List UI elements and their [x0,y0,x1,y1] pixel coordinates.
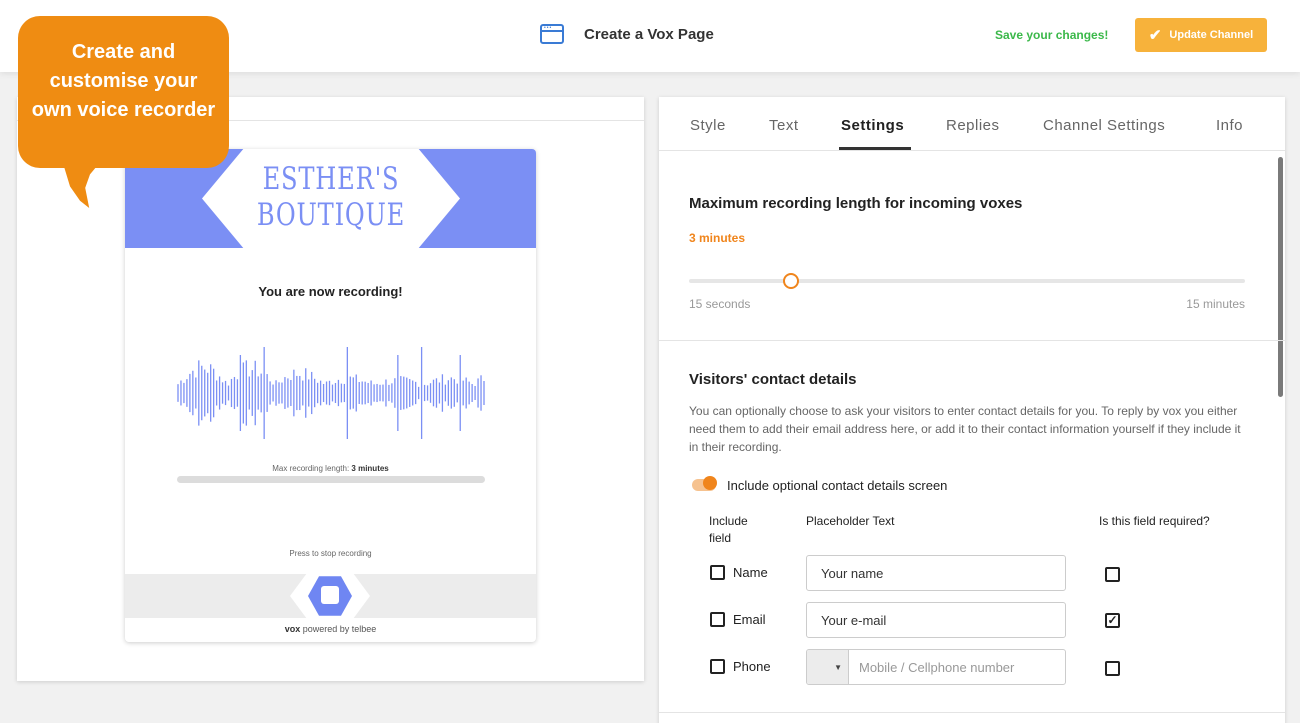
max-length-slider[interactable] [689,279,1245,283]
powered-text: powered by telbee [300,624,377,634]
tab-bar: Style Text Settings Replies Channel Sett… [659,97,1285,151]
phone-placeholder-text: Mobile / Cellphone number [859,659,1015,675]
brand-line-2: BOUTIQUE [256,197,406,233]
update-channel-button[interactable]: ✔ Update Channel [1135,18,1267,52]
brand-logo-text: ESTHER'S BOUTIQUE [230,161,431,233]
update-channel-label: Update Channel [1169,29,1254,41]
callout-bubble: Create and customise your own voice reco… [18,16,229,168]
placeholder-text-header: Placeholder Text [806,514,895,528]
callout-line: customise your [49,70,198,92]
chevron-down-icon: ▼ [834,662,842,672]
phone-field-label: Phone [733,659,771,674]
tab-text[interactable]: Text [769,117,799,134]
tab-replies[interactable]: Replies [946,117,1000,134]
powered-by: vox powered by telbee [125,624,536,634]
section-divider [659,712,1285,713]
brand-line-1: ESTHER'S [262,161,400,197]
email-field-label: Email [733,612,766,627]
section-divider [659,340,1285,341]
name-placeholder-input[interactable] [806,555,1066,591]
page-header: ••• Create a Vox Page [540,24,714,44]
tab-settings[interactable]: Settings [841,117,904,134]
tab-style[interactable]: Style [690,117,726,134]
tab-info[interactable]: Info [1216,117,1243,134]
toggle-knob[interactable] [703,476,717,490]
recording-progress-bar [177,476,485,483]
email-required-checkbox[interactable]: ✓ [1105,613,1120,628]
required-header: Is this field required? [1099,514,1210,528]
phone-placeholder-input[interactable]: ▼ Mobile / Cellphone number [806,649,1066,685]
slider-max-label: 15 minutes [1186,297,1245,311]
email-placeholder-input[interactable] [806,602,1066,638]
checkmark-icon: ✔ [1148,27,1162,44]
max-length-value: 3 minutes [689,231,746,245]
scrollbar[interactable] [1278,157,1283,397]
press-stop-caption: Press to stop recording [289,549,372,558]
max-length-caption-label: Max recording length: [272,464,352,473]
max-length-slider-thumb[interactable] [783,273,799,289]
slider-min-label: 15 seconds [689,297,751,311]
callout-line: own voice recorder [31,99,216,121]
settings-panel: Style Text Settings Replies Channel Sett… [659,97,1285,723]
phone-required-checkbox[interactable] [1105,661,1120,676]
contact-details-title: Visitors' contact details [689,371,857,388]
max-length-caption-value: 3 minutes [351,464,389,473]
powered-brand: vox [284,624,301,634]
name-field-label: Name [733,565,768,580]
page-title: Create a Vox Page [584,25,714,43]
contact-screen-toggle-label: Include optional contact details screen [727,478,948,493]
include-email-checkbox[interactable] [710,612,725,627]
include-name-checkbox[interactable] [710,565,725,580]
include-phone-checkbox[interactable] [710,659,725,674]
preview-panel: ESTHER'S BOUTIQUE You are now recording!… [17,97,644,681]
save-changes-notice: Save your changes! [995,28,1109,42]
recorder-preview: ESTHER'S BOUTIQUE You are now recording!… [125,149,536,642]
max-length-title: Maximum recording length for incoming vo… [689,195,1023,212]
active-tab-indicator [839,147,911,150]
tab-channel-settings[interactable]: Channel Settings [1043,117,1165,134]
contact-details-description: You can optionally choose to ask your vi… [689,404,1241,454]
name-required-checkbox[interactable] [1105,567,1120,582]
country-code-dropdown[interactable]: ▼ [807,650,849,684]
stop-icon [321,586,339,604]
waveform [177,347,485,439]
recording-status: You are now recording! [258,284,403,299]
include-field-header: Include field [709,514,748,545]
max-length-caption: Max recording length: 3 minutes [125,464,536,473]
browser-window-icon: ••• [540,24,564,44]
callout-line: Create and [71,41,176,63]
